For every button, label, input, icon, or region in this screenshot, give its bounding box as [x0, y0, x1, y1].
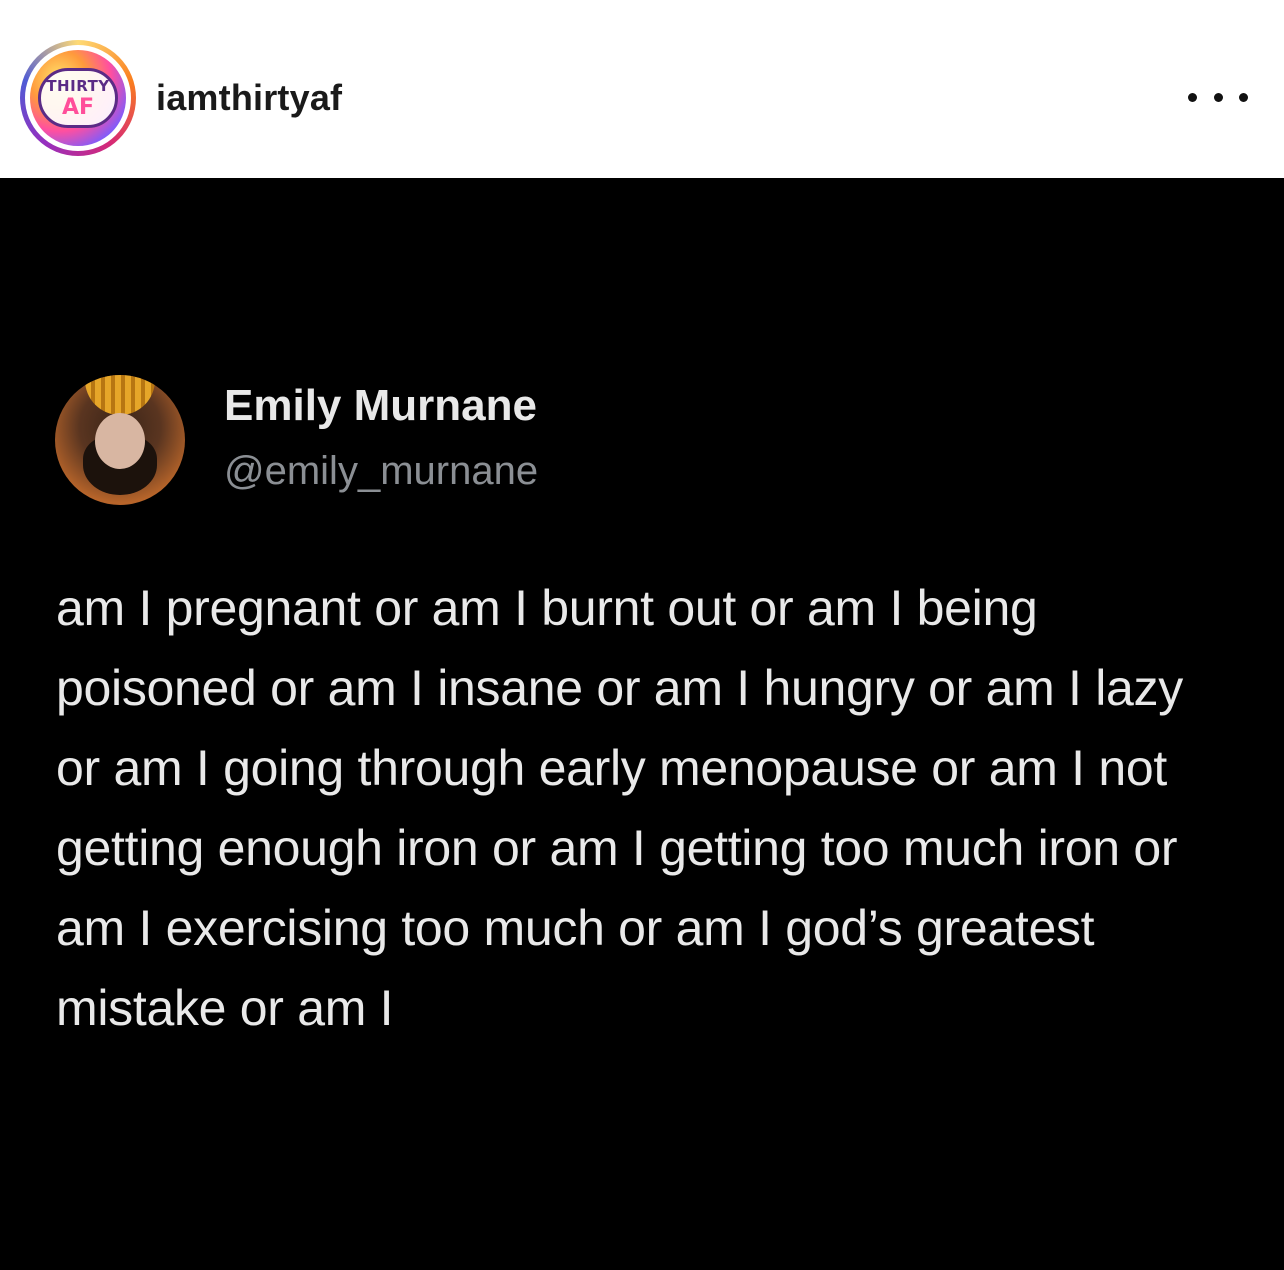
- tweet-display-name: Emily Murnane: [224, 381, 537, 430]
- more-horizontal-icon: [1188, 92, 1197, 102]
- username-link[interactable]: iamthirtyaf: [156, 76, 342, 120]
- tweet-author-avatar: [55, 375, 185, 505]
- more-horizontal-icon: [1213, 92, 1223, 102]
- more-options-button[interactable]: [1188, 80, 1248, 114]
- tweet-body-text: am I pregnant or am I burnt out or am I …: [56, 580, 1183, 1036]
- avatar-clothing: [85, 375, 155, 415]
- avatar-image: THIRTY AF: [30, 50, 126, 146]
- avatar-logo: THIRTY AF: [38, 68, 118, 128]
- avatar-logo-line1: THIRTY: [46, 77, 110, 95]
- post-header: THIRTY AF iamthirtyaf: [0, 0, 1284, 178]
- tweet-handle: @emily_murnane: [224, 449, 539, 493]
- more-horizontal-icon: [1239, 92, 1248, 102]
- instagram-post: THIRTY AF iamthirtyaf Emily Murnane @emi…: [0, 0, 1284, 1270]
- avatar-face: [95, 413, 145, 469]
- profile-avatar[interactable]: THIRTY AF: [20, 40, 136, 156]
- avatar-ring-inner: THIRTY AF: [25, 45, 131, 151]
- avatar-logo-line2: AF: [61, 95, 95, 120]
